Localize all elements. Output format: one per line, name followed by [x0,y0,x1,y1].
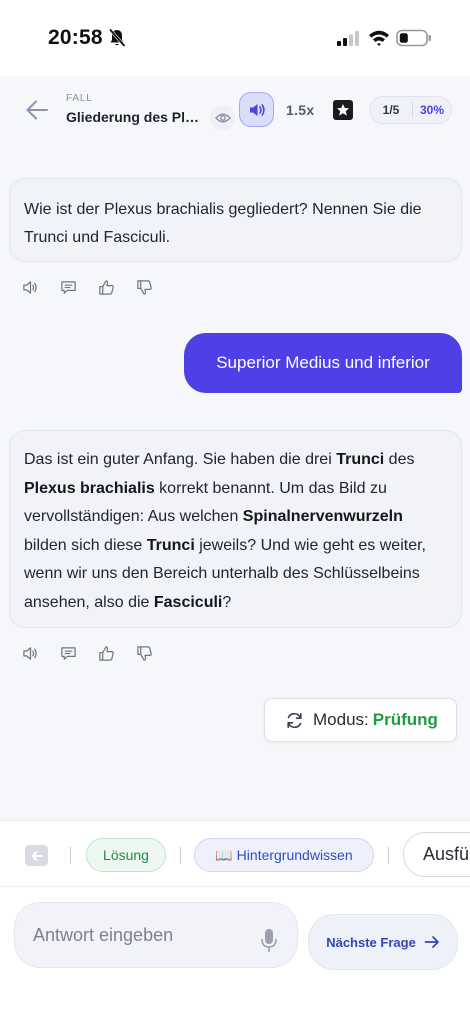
playback-speed-button[interactable]: 1.5x [286,102,314,118]
user-message-text: Superior Medius und inferior [216,353,430,372]
speaker-icon[interactable] [22,279,39,296]
message-actions [22,645,153,665]
comment-icon[interactable] [60,279,77,296]
thumbs-up-icon[interactable] [98,645,115,662]
case-header: FALL Gliederung des Plexus brachialis 1.… [0,76,470,152]
bold-term: Spinalnervenwurzeln [242,508,403,525]
previous-button[interactable] [25,845,48,866]
thumbs-down-icon[interactable] [136,279,153,296]
arrow-left-icon [31,850,43,861]
bell-muted-icon [108,28,126,47]
signal-icon [337,31,359,46]
comment-icon[interactable] [60,645,77,662]
chip-divider [70,847,71,864]
mode-toggle-button[interactable]: Modus: Prüfung [264,698,457,742]
star-icon [337,104,349,116]
message-actions [22,279,153,299]
eye-icon [215,113,231,123]
case-title[interactable]: Gliederung des Plexus brachialis [66,109,201,125]
arrow-right-icon [424,936,439,948]
microphone-icon[interactable] [260,928,278,954]
bold-term: Trunci [146,536,195,554]
arrow-left-icon[interactable] [24,98,50,122]
solution-chip[interactable]: Lösung [86,838,166,872]
bold-term: Plexus brachialis [24,479,155,497]
next-question-button[interactable]: Nächste Frage [308,914,458,970]
divider [0,886,470,887]
speaker-icon [249,103,265,116]
thumbs-down-icon[interactable] [136,645,153,662]
answer-input-container [14,902,298,968]
favorite-button[interactable] [333,100,353,120]
question-counter: 1/5 [382,103,400,117]
answer-input[interactable] [33,920,248,950]
next-question-label: Nächste Frage [326,934,416,950]
progress-pill: 1/5 30% [369,96,452,124]
case-label: FALL [66,93,93,104]
status-bar: 20:58 [0,0,470,76]
show-title-button[interactable] [210,106,236,130]
speaker-icon[interactable] [22,645,39,662]
user-message: Superior Medius und inferior [184,333,462,393]
refresh-icon [287,712,302,728]
progress-percent: 30% [419,103,445,117]
thumbs-up-icon[interactable] [98,279,115,296]
battery-icon [396,29,431,47]
mode-label: Modus: [313,710,369,729]
bold-term: Trunci [336,451,385,468]
wifi-icon [369,30,389,46]
mode-value: Prüfung [372,710,438,729]
bold-term: Fasciculi [153,593,223,611]
assistant-message-question: Wie ist der Plexus brachialis gegliedert… [9,178,462,262]
question-text: Wie ist der Plexus brachialis gegliedert… [24,201,422,246]
chip-divider [388,847,389,864]
status-time: 20:58 [48,26,103,49]
assistant-message-feedback: Das ist ein guter Anfang. Sie haben die … [9,430,462,628]
chip-divider [180,847,181,864]
action-chip-row: Lösung 📖 Hintergrundwissen Ausführlich [0,822,470,886]
speaker-toggle-button[interactable] [239,92,274,127]
detailed-chip[interactable]: Ausführlich [403,832,470,877]
feedback-text: Das ist ein guter Anfang. Sie haben die … [24,451,426,611]
background-knowledge-chip[interactable]: 📖 Hintergrundwissen [194,838,374,872]
